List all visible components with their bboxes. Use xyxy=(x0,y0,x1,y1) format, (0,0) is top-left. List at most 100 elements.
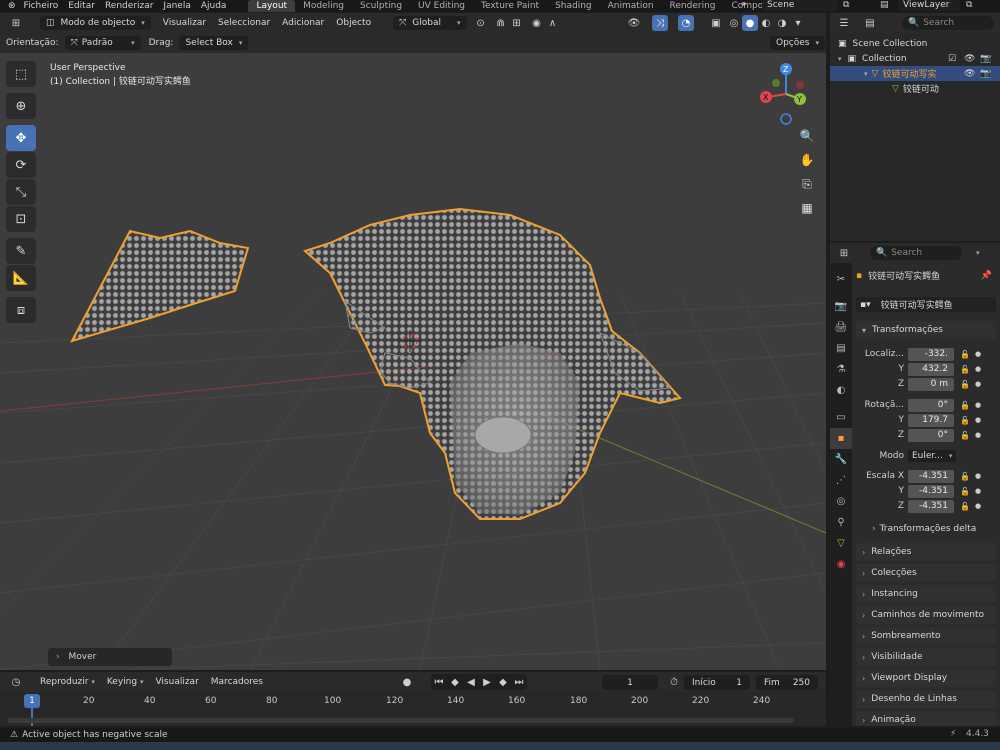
lock-icon[interactable]: 🔓 xyxy=(960,365,970,374)
menu-select[interactable]: Seleccionar xyxy=(218,18,270,28)
lock-icon[interactable]: 🔓 xyxy=(960,431,970,440)
scene-selector[interactable]: Scene xyxy=(762,0,838,11)
start-frame-field[interactable]: Início 1 xyxy=(684,675,750,690)
object-name-field[interactable]: ▪▾ 铰链可动写实鳄鱼 xyxy=(856,297,996,312)
keyframe-dot-icon[interactable]: ● xyxy=(975,431,981,439)
timeline-editor-icon[interactable]: ◷ xyxy=(8,674,24,690)
cursor-tool-icon[interactable]: ⊕ xyxy=(6,93,36,119)
menu-help[interactable]: Ajuda xyxy=(201,1,227,11)
pivot-point-icon[interactable]: ⊙ xyxy=(473,15,489,31)
relations-section[interactable]: › Relações xyxy=(856,543,996,561)
zoom-icon[interactable]: 🔍 xyxy=(796,125,818,147)
menu-keying[interactable]: Keying ▾ xyxy=(107,677,144,687)
checkbox-icon[interactable]: ☑ xyxy=(948,54,956,64)
playhead[interactable]: 1 xyxy=(24,694,40,708)
location-z-field[interactable]: 0 m xyxy=(908,377,954,391)
location-x-field[interactable]: -332. xyxy=(908,347,954,361)
keyframe-dot-icon[interactable]: ● xyxy=(975,502,981,510)
world-tab-icon[interactable]: ◐ xyxy=(830,380,852,401)
lock-icon[interactable]: 🔓 xyxy=(960,380,970,389)
rotate-tool-icon[interactable]: ⟳ xyxy=(6,152,36,178)
outliner-object-row[interactable]: ▾ ▽ 铰链可动写实 👁 📷 xyxy=(830,66,1000,81)
menu-add[interactable]: Adicionar xyxy=(282,18,324,28)
menu-object[interactable]: Objecto xyxy=(336,18,371,28)
collection-tab-icon[interactable]: ▭ xyxy=(830,407,852,428)
pan-hand-icon[interactable]: ✋ xyxy=(796,149,818,171)
xray-toggle-icon[interactable]: ▣ xyxy=(708,15,724,31)
camera-icon[interactable]: 📷 xyxy=(980,69,991,79)
rotation-z-field[interactable]: 0° xyxy=(908,428,954,442)
gizmo-toggle-icon[interactable]: ⤨ xyxy=(652,15,668,31)
scale-x-field[interactable]: -4.351 xyxy=(908,469,954,483)
copy-view-layer-icon[interactable]: ⧉ xyxy=(966,0,972,10)
collections-section[interactable]: › Colecções xyxy=(856,564,996,582)
lock-icon[interactable]: 🔓 xyxy=(960,401,970,410)
solid-shading-icon[interactable]: ● xyxy=(742,15,758,31)
drag-dropdown[interactable]: Select Box ▾ xyxy=(179,36,249,50)
jump-start-icon[interactable]: ⏮ xyxy=(431,674,447,690)
rotation-mode-dropdown[interactable]: Euler... ▾ xyxy=(908,450,956,462)
rendered-shading-icon[interactable]: ◑ xyxy=(774,15,790,31)
data-tab-icon[interactable]: ▽ xyxy=(830,533,852,554)
shading-options-icon[interactable]: ▾ xyxy=(790,15,806,31)
view-layer-tab-icon[interactable]: ▤ xyxy=(830,338,852,359)
snap-icon[interactable]: ⋒ xyxy=(493,15,509,31)
scene-tab-icon[interactable]: ⚗ xyxy=(830,359,852,380)
tab-rendering[interactable]: Rendering xyxy=(662,0,724,12)
menu-playback[interactable]: Reproduzir ▾ xyxy=(40,677,95,687)
overlay-toggle-icon[interactable]: ◔ xyxy=(678,15,694,31)
chevron-down-icon[interactable]: ▾ xyxy=(976,249,980,257)
tab-shading[interactable]: Shading xyxy=(547,0,600,12)
end-frame-field[interactable]: Fim 250 xyxy=(756,675,818,690)
particles-tab-icon[interactable]: ⋰ xyxy=(830,470,852,491)
menu-edit[interactable]: Editar xyxy=(68,1,95,11)
options-dropdown[interactable]: Opções ▾ xyxy=(770,36,825,50)
rotation-x-field[interactable]: 0° xyxy=(908,398,954,412)
scale-y-field[interactable]: -4.351 xyxy=(908,484,954,498)
tab-texture-paint[interactable]: Texture Paint xyxy=(473,0,547,12)
outliner-editor-icon[interactable]: ☰ xyxy=(836,15,852,31)
timeline-area[interactable]: 1 20 40 60 80 100 120 140 160 180 200 22… xyxy=(0,692,826,726)
eye-icon[interactable]: 👁 xyxy=(964,54,975,64)
select-box-tool-icon[interactable]: ⬚ xyxy=(6,61,36,87)
delta-transform-subpanel[interactable]: › Transformações delta xyxy=(872,524,976,534)
properties-editor-icon[interactable]: ⊞ xyxy=(836,245,852,261)
menu-view[interactable]: Visualizar xyxy=(163,18,206,28)
mode-dropdown[interactable]: ◫ Modo de objecto ▾ xyxy=(40,16,151,30)
prev-keyframe-icon[interactable]: ◆ xyxy=(447,674,463,690)
location-y-field[interactable]: 432.2 xyxy=(908,362,954,376)
keyframe-dot-icon[interactable]: ● xyxy=(975,365,981,373)
scene-icon[interactable]: ⚭ xyxy=(740,0,748,10)
menu-markers[interactable]: Marcadores xyxy=(211,677,263,687)
navigation-gizmo[interactable]: Z X Y xyxy=(756,61,816,127)
eye-icon[interactable]: 👁 xyxy=(964,69,975,79)
animation-section[interactable]: › Animação xyxy=(856,711,996,726)
tab-uv-editing[interactable]: UV Editing xyxy=(410,0,473,12)
play-icon[interactable]: ▶ xyxy=(479,674,495,690)
annotate-tool-icon[interactable]: ✎ xyxy=(6,238,36,264)
falloff-icon[interactable]: ∧ xyxy=(545,15,561,31)
wireframe-shading-icon[interactable]: ◎ xyxy=(726,15,742,31)
output-tab-icon[interactable]: 🖨 xyxy=(830,317,852,338)
auto-key-icon[interactable]: ● xyxy=(399,674,415,690)
menu-window[interactable]: Janela xyxy=(163,1,190,11)
scale-tool-icon[interactable]: ⤡ xyxy=(6,179,36,205)
line-art-section[interactable]: › Desenho de Linhas xyxy=(856,690,996,708)
next-keyframe-icon[interactable]: ◆ xyxy=(495,674,511,690)
play-reverse-icon[interactable]: ◀ xyxy=(463,674,479,690)
orientation-setting-dropdown[interactable]: ⤧ Padrão ▾ xyxy=(64,36,141,50)
jump-end-icon[interactable]: ⏭ xyxy=(511,674,527,690)
shading-section[interactable]: › Sombreamento xyxy=(856,627,996,645)
scale-z-field[interactable]: -4.351 xyxy=(908,499,954,513)
transform-orientation-dropdown[interactable]: ⤧ Global ▾ xyxy=(393,16,467,30)
outliner-mesh-data[interactable]: ▽ 铰链可动 xyxy=(830,81,1000,96)
rotation-y-field[interactable]: 179.7 xyxy=(908,413,954,427)
material-tab-icon[interactable]: ◉ xyxy=(830,554,852,575)
last-operator-panel[interactable]: › Mover xyxy=(48,648,172,666)
physics-tab-icon[interactable]: ◎ xyxy=(830,491,852,512)
lock-icon[interactable]: 🔓 xyxy=(960,350,970,359)
constraints-tab-icon[interactable]: ⚲ xyxy=(830,512,852,533)
material-shading-icon[interactable]: ◐ xyxy=(758,15,774,31)
outliner-scene-collection[interactable]: ▣ Scene Collection xyxy=(830,36,1000,51)
view-layer-icon[interactable]: ▤ xyxy=(880,0,889,10)
